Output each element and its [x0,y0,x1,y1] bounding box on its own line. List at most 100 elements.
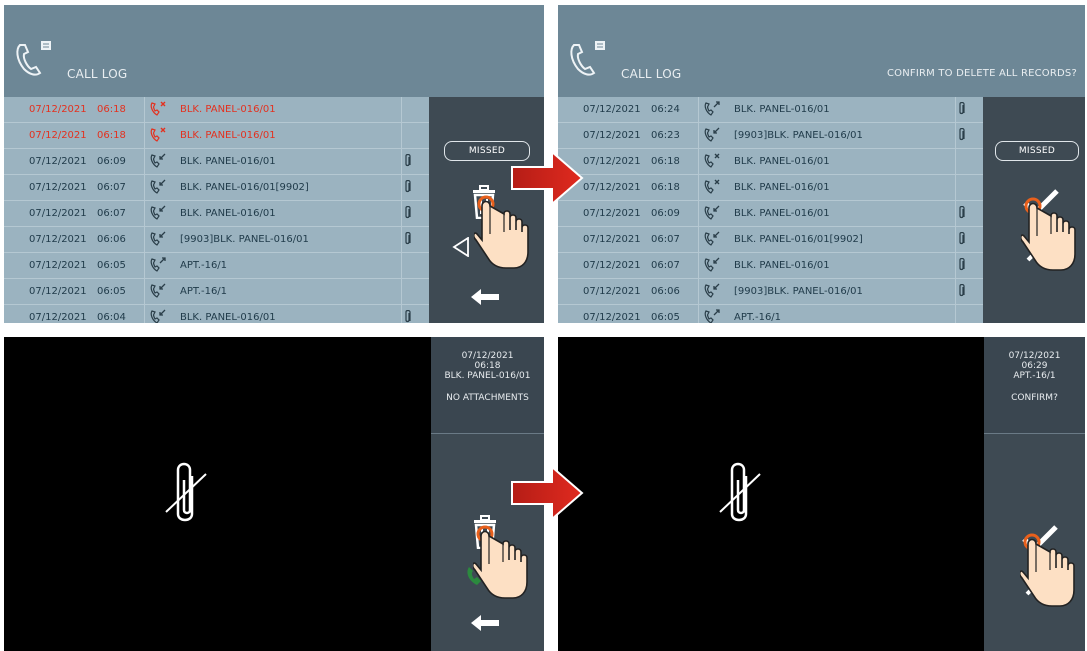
call-log-row[interactable]: 07/12/2021 06:09 BLK. PANEL-016/01 [558,201,983,227]
call-time: 06:23 [651,130,680,141]
call-date: 07/12/2021 [583,312,641,323]
call-log-screen-2: CALL LOG CONFIRM TO DELETE ALL RECORDS? … [558,5,1085,323]
call-type-icon [704,205,720,224]
call-time: 06:07 [651,234,680,245]
call-log-list[interactable]: 07/12/2021 06:24 BLK. PANEL-016/01 07/12/20… [558,97,983,323]
call-time: 06:05 [651,312,680,323]
call-date: 07/12/2021 [29,312,87,323]
flow-arrow-icon [510,149,584,210]
hand-pointer-icon [1018,530,1078,614]
call-log-row[interactable]: 07/12/2021 06:05 APT.-16/1 [558,305,983,323]
paperclip-icon [958,257,966,275]
delete-confirm-prompt: CONFIRM TO DELETE ALL RECORDS? [886,68,1077,79]
call-log-row[interactable]: 07/12/2021 06:06 [9903]BLK. PANEL-016/01 [4,227,429,253]
call-type-icon [150,179,166,198]
call-source: BLK. PANEL-016/01 [180,312,276,323]
call-source: BLK. PANEL-016/01[9902] [180,182,309,193]
phone-memo-icon [568,41,610,81]
record-source: BLK. PANEL-016/01 [444,371,531,381]
paperclip-icon [958,283,966,301]
call-log-list[interactable]: 07/12/2021 06:18 BLK. PANEL-016/01 07/12/20… [4,97,429,323]
call-date: 07/12/2021 [583,234,641,245]
record-info: 07/12/2021 06:18 BLK. PANEL-016/01 NO AT… [431,337,544,434]
call-log-row[interactable]: 07/12/2021 06:07 BLK. PANEL-016/01[9902] [558,227,983,253]
record-time: 06:18 [474,361,501,371]
call-source: [9903]BLK. PANEL-016/01 [734,130,863,141]
call-log-row[interactable]: 07/12/2021 06:18 BLK. PANEL-016/01 [4,97,429,123]
call-time: 06:09 [97,156,126,167]
hand-pointer-icon [1019,194,1079,278]
attachment-status: NO ATTACHMENTS [446,393,529,403]
call-log-row[interactable]: 07/12/2021 06:07 BLK. PANEL-016/01 [558,253,983,279]
call-log-row[interactable]: 07/12/2021 06:24 BLK. PANEL-016/01 [558,97,983,123]
call-type-icon [150,283,166,302]
call-source: BLK. PANEL-016/01[9902] [734,234,863,245]
call-log-header: CALL LOG [4,5,544,97]
call-date: 07/12/2021 [583,286,641,297]
record-date: 07/12/2021 [461,351,514,361]
missed-filter-button[interactable]: MISSED [995,141,1079,161]
call-date: 07/12/2021 [29,130,87,141]
call-log-row[interactable]: 07/12/2021 06:18 BLK. PANEL-016/01 [558,175,983,201]
call-date: 07/12/2021 [583,208,641,219]
back-triangle-icon[interactable] [452,236,470,261]
call-source: BLK. PANEL-016/01 [734,182,830,193]
call-date: 07/12/2021 [29,260,87,271]
call-date: 07/12/2021 [583,130,641,141]
call-time: 06:18 [651,182,680,193]
call-date: 07/12/2021 [29,234,87,245]
call-log-row[interactable]: 07/12/2021 06:04 BLK. PANEL-016/01 [4,305,429,323]
record-source: APT.-16/1 [1013,371,1056,381]
call-source: BLK. PANEL-016/01 [180,130,276,141]
call-type-icon [150,309,166,323]
paperclip-icon [404,309,412,323]
call-log-row[interactable]: 07/12/2021 06:09 BLK. PANEL-016/01 [4,149,429,175]
flow-arrow-icon [510,464,584,525]
call-log-row[interactable]: 07/12/2021 06:07 BLK. PANEL-016/01 [4,201,429,227]
call-type-icon [704,231,720,250]
record-detail-screen-2: 07/12/2021 06:29 APT.-16/1 CONFIRM? [558,337,1085,651]
call-date: 07/12/2021 [583,182,641,193]
call-log-row[interactable]: 07/12/2021 06:18 BLK. PANEL-016/01 [4,123,429,149]
call-source: BLK. PANEL-016/01 [734,104,830,115]
call-log-row[interactable]: 07/12/2021 06:05 APT.-16/1 [4,253,429,279]
call-type-icon [150,127,166,146]
call-time: 06:07 [97,182,126,193]
call-type-icon [150,205,166,224]
call-time: 06:04 [97,312,126,323]
media-viewer [4,337,431,651]
call-type-icon [150,101,166,120]
call-log-row[interactable]: 07/12/2021 06:06 [9903]BLK. PANEL-016/01 [558,279,983,305]
back-arrow-icon[interactable] [469,287,501,311]
call-source: BLK. PANEL-016/01 [734,260,830,271]
phone-memo-icon [14,41,56,81]
page-title: CALL LOG [67,67,128,81]
call-type-icon [704,179,720,198]
call-source: [9903]BLK. PANEL-016/01 [734,286,863,297]
call-date: 07/12/2021 [583,260,641,271]
call-date: 07/12/2021 [583,104,641,115]
call-source: BLK. PANEL-016/01 [180,208,276,219]
back-arrow-icon[interactable] [469,613,501,637]
call-source: APT.-16/1 [180,286,228,297]
call-log-sidebar: MISSED [983,97,1085,323]
call-date: 07/12/2021 [29,208,87,219]
call-time: 06:18 [651,156,680,167]
call-log-header: CALL LOG CONFIRM TO DELETE ALL RECORDS? [558,5,1085,97]
call-time: 06:18 [97,104,126,115]
call-time: 06:05 [97,286,126,297]
call-log-row[interactable]: 07/12/2021 06:05 APT.-16/1 [4,279,429,305]
call-time: 06:07 [651,260,680,271]
call-type-icon [704,101,720,120]
call-type-icon [150,231,166,250]
paperclip-icon [958,101,966,119]
call-log-sidebar: MISSED [429,97,544,323]
call-source: BLK. PANEL-016/01 [734,156,830,167]
paperclip-icon [404,153,412,171]
call-log-row[interactable]: 07/12/2021 06:07 BLK. PANEL-016/01[9902] [4,175,429,201]
call-log-row[interactable]: 07/12/2021 06:18 BLK. PANEL-016/01 [558,149,983,175]
paperclip-icon [404,231,412,249]
call-time: 06:06 [651,286,680,297]
call-log-row[interactable]: 07/12/2021 06:23 [9903]BLK. PANEL-016/01 [558,123,983,149]
call-type-icon [704,127,720,146]
